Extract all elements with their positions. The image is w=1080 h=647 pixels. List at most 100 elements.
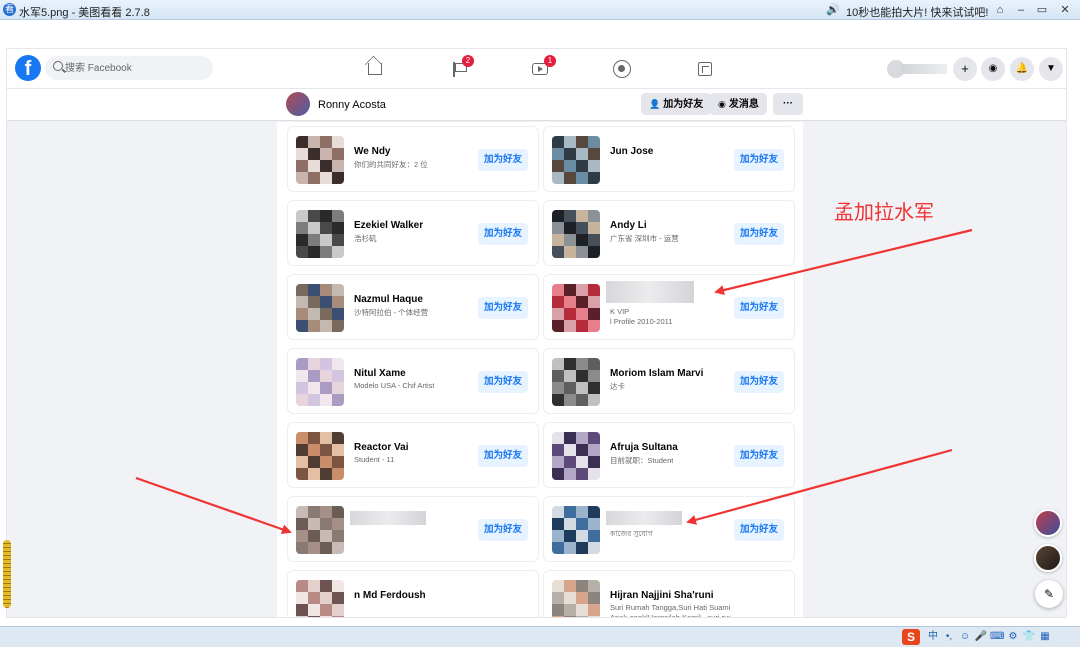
system-taskbar: S 中 •, ☺ 🎤 ⌨ ⚙ 👕 ▦ — [0, 626, 1080, 647]
facebook-logo-icon[interactable]: f — [15, 55, 41, 81]
friend-card[interactable]: Moriom Islam Marvi 达卡 加为好友 — [543, 348, 795, 414]
account-profile-chip[interactable] — [887, 58, 949, 80]
friend-card[interactable]: Andy Li 广东省 深圳市 - 运营 加为好友 — [543, 200, 795, 266]
friend-photo[interactable] — [552, 432, 600, 480]
window-title: 水军5.png - 美图看看 2.7.8 — [19, 7, 150, 19]
friend-name[interactable]: Jun Jose — [610, 146, 653, 157]
friend-name[interactable]: We Ndy — [354, 146, 391, 157]
friend-name[interactable]: Andy Li — [610, 220, 647, 231]
friend-photo[interactable] — [296, 210, 344, 258]
ime-language-toggle[interactable]: 中 — [926, 630, 940, 644]
friend-card[interactable]: n Md Ferdoush — [287, 570, 539, 617]
add-friend-button[interactable]: 👤 加为好友 — [641, 93, 712, 115]
friend-card[interactable]: কাজের সুযোগ 加为好友 — [543, 496, 795, 562]
friend-photo[interactable] — [296, 136, 344, 184]
emoji-icon[interactable]: ☺ — [958, 630, 972, 644]
promo-text[interactable]: 10秒也能拍大片! 快来试试吧! — [846, 4, 988, 20]
facebook-page: f 2 1 + ◉ 🔔 ▼ Ronny Acosta 👤加为好友 — [6, 48, 1067, 618]
profile-sub-header: Ronny Acosta 👤 加为好友 ◉ 发消息 ··· — [7, 89, 1066, 121]
friend-photo[interactable] — [552, 506, 600, 554]
friend-photo[interactable] — [552, 284, 600, 332]
send-message-button[interactable]: ◉ 发消息 — [710, 93, 767, 115]
add-friend-button[interactable]: 加为好友 — [478, 223, 528, 245]
add-friend-button[interactable]: 加为好友 — [478, 371, 528, 393]
watch-video-icon[interactable]: 1 — [530, 55, 556, 79]
friend-card[interactable]: Ezekiel Walker 浩杉矶 加为好友 — [287, 200, 539, 266]
friend-name[interactable]: n Md Ferdoush — [354, 590, 426, 601]
add-friend-button[interactable]: 加为好友 — [478, 297, 528, 319]
friend-name[interactable]: Ezekiel Walker — [354, 220, 423, 231]
ime-punctuation-toggle[interactable]: •, — [942, 630, 956, 644]
groups-icon[interactable] — [612, 59, 632, 79]
profile-name[interactable]: Ronny Acosta — [318, 99, 386, 111]
friend-photo[interactable] — [296, 284, 344, 332]
pages-flag-icon[interactable]: 2 — [448, 55, 474, 79]
friend-card[interactable]: Nitul Xame Modelo USA - Chif Artist 加为好友 — [287, 348, 539, 414]
ime-settings-icon[interactable]: ⚙ — [1006, 630, 1020, 644]
chat-contact-avatar[interactable] — [1034, 544, 1062, 572]
friend-card[interactable]: 加为好友 — [287, 496, 539, 562]
friend-photo[interactable] — [552, 210, 600, 258]
friend-subtitle: K VIP — [610, 307, 630, 316]
chat-contact-avatar[interactable] — [1034, 509, 1062, 537]
friend-name[interactable]: Nazmul Haque — [354, 294, 423, 305]
add-friend-button[interactable]: 加为好友 — [734, 149, 784, 171]
toolbox-grid-icon[interactable]: ▦ — [1038, 630, 1052, 644]
profile-avatar[interactable] — [286, 92, 310, 116]
viewer-zoom-slider[interactable] — [3, 540, 11, 608]
microphone-icon[interactable]: 🎤 — [974, 630, 988, 644]
new-message-compose-icon[interactable]: ✎ — [1035, 580, 1063, 608]
friend-subtitle: 目前就职：Student — [610, 456, 674, 465]
friend-name[interactable]: Reactor Vai — [354, 442, 408, 453]
friend-photo[interactable] — [552, 580, 600, 617]
add-friend-button[interactable]: 加为好友 — [478, 519, 528, 541]
viewer-titlebar: 看 水军5.png - 美图看看 2.7.8 🔊 10秒也能拍大片! 快来试试吧… — [0, 0, 1080, 20]
friend-subtitle: কাজের সুযোগ — [610, 529, 653, 538]
friend-photo[interactable] — [552, 358, 600, 406]
friend-name[interactable]: Hijran Najjini Sha'runi — [610, 590, 714, 601]
minimize-button[interactable]: – — [1013, 2, 1029, 18]
friend-card[interactable]: Nazmul Haque 沙特阿拉伯 - 个体经营 加为好友 — [287, 274, 539, 340]
friend-card[interactable]: Afruja Sultana 目前就职：Student 加为好友 — [543, 422, 795, 488]
friend-card[interactable]: We Ndy 你们的共同好友：2 位 加为好友 — [287, 126, 539, 192]
gaming-icon[interactable] — [695, 59, 715, 79]
add-friend-button[interactable]: 加为好友 — [734, 519, 784, 541]
friend-photo[interactable] — [552, 136, 600, 184]
friend-name[interactable]: Afruja Sultana — [610, 442, 678, 453]
add-friend-button[interactable]: 加为好友 — [734, 371, 784, 393]
messenger-icon[interactable]: ◉ — [981, 57, 1005, 81]
more-options-button[interactable]: ··· — [773, 93, 803, 115]
home-icon[interactable] — [365, 59, 385, 79]
skin-shirt-icon[interactable]: 👕 — [1022, 630, 1036, 644]
friend-photo[interactable] — [296, 358, 344, 406]
close-button[interactable]: ✕ — [1057, 2, 1073, 18]
sogou-ime-icon[interactable]: S — [902, 629, 920, 645]
create-plus-icon[interactable]: + — [953, 57, 977, 81]
facebook-top-nav: f 2 1 + ◉ 🔔 ▼ — [7, 49, 1066, 89]
friend-subtitle: Student - 11 — [354, 455, 395, 464]
notifications-bell-icon[interactable]: 🔔 — [1010, 57, 1034, 81]
messenger-icon: ◉ — [718, 99, 726, 109]
speaker-icon[interactable]: 🔊 — [826, 3, 840, 16]
add-friend-button[interactable]: 加为好友 — [734, 223, 784, 245]
account-menu-chevron-down-icon[interactable]: ▼ — [1039, 57, 1063, 81]
friend-subtitle: Modelo USA - Chif Artist — [354, 381, 435, 390]
pin-window-button[interactable]: ⌂ — [992, 2, 1008, 18]
add-friend-button[interactable]: 加为好友 — [478, 445, 528, 467]
search-input[interactable] — [65, 60, 205, 76]
friend-name[interactable]: Moriom Islam Marvi — [610, 368, 703, 379]
friend-card[interactable]: K VIP l Profile 2010-2011 加为好友 — [543, 274, 795, 340]
friend-photo[interactable] — [296, 506, 344, 554]
friend-card[interactable]: Reactor Vai Student - 11 加为好友 — [287, 422, 539, 488]
friend-card[interactable]: Hijran Najjini Sha'runi Suri Rumah Tangga… — [543, 570, 795, 617]
add-friend-button[interactable]: 加为好友 — [478, 149, 528, 171]
friend-photo[interactable] — [296, 580, 344, 617]
friend-card[interactable]: Jun Jose 加为好友 — [543, 126, 795, 192]
add-friend-button[interactable]: 加为好友 — [734, 297, 784, 319]
keyboard-icon[interactable]: ⌨ — [990, 630, 1004, 644]
add-friend-button[interactable]: 加为好友 — [734, 445, 784, 467]
facebook-search-box[interactable] — [45, 56, 213, 80]
maximize-button[interactable]: ▭ — [1034, 2, 1050, 18]
friend-photo[interactable] — [296, 432, 344, 480]
friend-name[interactable]: Nitul Xame — [354, 368, 406, 379]
